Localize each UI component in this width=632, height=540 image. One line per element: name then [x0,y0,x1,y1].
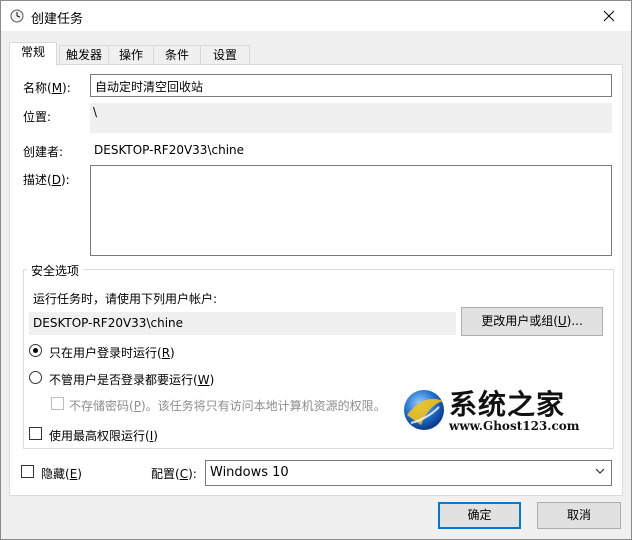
clock-icon [10,9,24,23]
security-options-title: 安全选项 [27,262,84,279]
create-task-dialog: 创建任务 常规 触发器 操作 条件 设置 名称(M): 自动定时清空回收站 位置… [0,0,632,540]
run-as-user: DESKTOP-RF20V33\chine [29,312,456,335]
tab-general[interactable]: 常规 [9,42,57,66]
description-textarea[interactable] [90,165,612,256]
do-not-store-password-label: 不存储密码(P)。该任务将只有访问本地计算机资源的权限。 [69,399,386,413]
configure-for-value: Windows 10 [210,465,289,480]
radio-selected-dot [33,348,38,353]
globe-logo-icon [404,390,444,430]
title-bar: 创建任务 [1,1,631,31]
location-value: \ [90,103,612,133]
tab-settings[interactable]: 设置 [200,45,250,66]
window-title: 创建任务 [31,12,84,27]
highest-privileges-checkbox[interactable] [29,427,42,440]
run-whether-logged-on-radio[interactable] [29,371,42,384]
tab-label: 触发器 [65,48,102,62]
do-not-store-password-checkbox[interactable] [51,397,64,410]
run-only-logged-on-radio[interactable] [29,344,42,357]
configure-label: 配置(C): [151,467,197,481]
run-only-logged-on-label[interactable]: 只在用户登录时运行(R) [49,344,175,361]
name-input[interactable]: 自动定时清空回收站 [90,74,612,97]
change-user-button[interactable]: 更改用户或组(U)... [461,307,603,336]
close-button[interactable] [587,1,631,31]
tab-conditions[interactable]: 条件 [153,45,201,66]
cancel-button[interactable]: 取消 [537,502,621,529]
chevron-down-icon [595,468,605,474]
ok-button[interactable]: 确定 [438,502,521,529]
hidden-label[interactable]: 隐藏(E) [41,465,82,482]
description-label: 描述(D): [23,173,70,187]
watermark-title: 系统之家 [449,388,566,421]
location-label: 位置: [23,110,52,124]
name-input-value: 自动定时清空回收站 [95,80,204,94]
tab-label: 条件 [164,48,189,62]
author-label: 创建者: [23,145,64,159]
configure-for-dropdown[interactable]: Windows 10 [205,460,612,486]
run-whether-logged-on-label[interactable]: 不管用户是否登录都要运行(W) [49,371,214,388]
name-label: 名称(M): [23,81,71,95]
tab-label: 操作 [118,48,143,62]
run-as-prompt: 运行任务时，请使用下列用户帐户: [33,292,218,306]
tab-triggers[interactable]: 触发器 [59,45,109,66]
watermark-url: www.Ghost123.com [449,419,580,433]
author-value: DESKTOP-RF20V33\chine [94,143,245,157]
tab-label: 设置 [212,48,237,62]
close-icon [603,10,615,22]
watermark: 系统之家 www.Ghost123.com [397,381,619,441]
tab-actions[interactable]: 操作 [108,45,154,66]
highest-privileges-label[interactable]: 使用最高权限运行(I) [49,427,158,444]
hidden-checkbox[interactable] [21,465,34,478]
tab-label: 常规 [20,45,45,59]
